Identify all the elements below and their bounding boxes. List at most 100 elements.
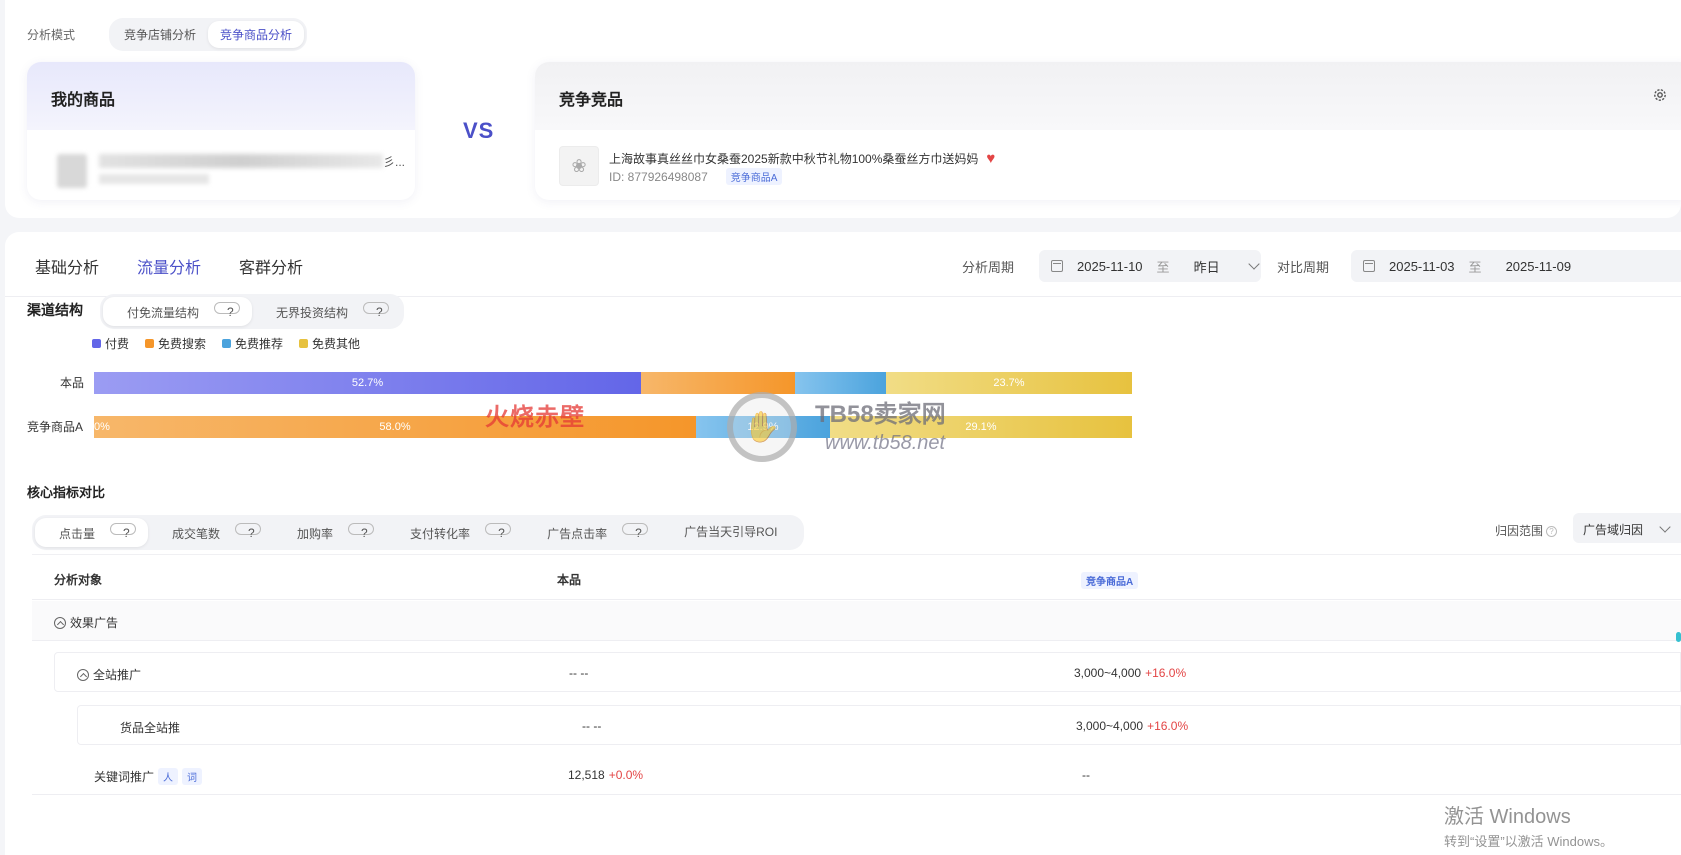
help-icon[interactable]: ? bbox=[110, 523, 137, 539]
row-tag-people: 人 bbox=[158, 768, 179, 785]
competitor-product-name[interactable]: 上海故事真丝丝巾女桑蚕2025新款中秋节礼物100%桑蚕丝方巾送妈妈 ♥ bbox=[609, 150, 995, 167]
help-icon[interactable]: ? bbox=[348, 523, 375, 539]
attribution-select[interactable]: 广告域归因 bbox=[1573, 513, 1681, 543]
bar-data-label: 58.0% bbox=[379, 421, 411, 433]
mode-switch: 竞争店铺分析 竞争商品分析 bbox=[109, 18, 308, 51]
analysis-mode: 分析模式 竞争店铺分析 竞争商品分析 bbox=[27, 18, 308, 51]
row-name: 货品全站推 bbox=[120, 721, 181, 735]
period-end: 昨日 bbox=[1193, 259, 1220, 275]
legend-item[interactable]: 免费其他 bbox=[299, 335, 360, 352]
bar-data-label: 52.7% bbox=[351, 377, 384, 389]
bar-category-label: 竞争商品A bbox=[27, 420, 84, 434]
help-icon[interactable]: ? bbox=[214, 302, 241, 318]
legend-dot bbox=[222, 339, 232, 348]
windows-activation-hint: 转到“设置”以激活 Windows。 bbox=[1444, 834, 1614, 849]
my-product-name-blurred bbox=[99, 154, 383, 168]
bar-segment-1[interactable]: 58.0% bbox=[94, 416, 697, 438]
row-name: 全站推广 bbox=[93, 668, 142, 682]
compare-period-end: 2025-11-09 bbox=[1505, 258, 1572, 274]
competitor-product-image[interactable]: ❀ bbox=[559, 146, 599, 186]
heart-icon[interactable]: ♥ bbox=[986, 150, 995, 167]
period-picker[interactable]: 2025-11-10 至 昨日 bbox=[1039, 250, 1261, 282]
calendar-icon bbox=[1363, 260, 1375, 272]
side-float-handle[interactable] bbox=[1676, 632, 1681, 642]
table-header: 分析对象 本品 竞争商品A bbox=[32, 554, 1681, 600]
watermark-logo: ✋ bbox=[727, 392, 797, 462]
bar-segment-0[interactable]: 52.7% bbox=[94, 372, 642, 394]
compare-period-label: 对比周期 bbox=[1277, 260, 1330, 275]
legend-item[interactable]: 付费 bbox=[92, 335, 129, 352]
channel-paid-free-option[interactable]: 付免流量结构? bbox=[103, 297, 253, 326]
row-tag-keyword: 词 bbox=[182, 768, 203, 785]
vs-label: VS bbox=[463, 118, 495, 143]
legend-item[interactable]: 免费搜索 bbox=[145, 335, 206, 352]
chevron-down-icon bbox=[1247, 258, 1260, 270]
compare-period-sep: 至 bbox=[1468, 259, 1482, 275]
core-title: 核心指标对比 bbox=[27, 485, 106, 500]
channel-title: 渠道结构 bbox=[27, 302, 83, 318]
period-sep: 至 bbox=[1156, 259, 1170, 275]
help-icon[interactable]: ? bbox=[622, 523, 649, 539]
collapse-icon[interactable] bbox=[54, 617, 66, 629]
tab-basic[interactable]: 基础分析 bbox=[35, 254, 99, 298]
metric-ad-ctr[interactable]: 广告点击率? bbox=[523, 518, 660, 547]
bar-segment-2[interactable] bbox=[794, 372, 886, 394]
period-start: 2025-11-10 bbox=[1077, 258, 1143, 274]
row-name: 效果广告 bbox=[70, 616, 119, 630]
mode-product-option[interactable]: 竞争商品分析 bbox=[208, 21, 305, 48]
header-object: 分析对象 bbox=[54, 573, 103, 587]
collapse-icon[interactable] bbox=[77, 669, 89, 681]
help-icon[interactable]: ? bbox=[235, 523, 262, 539]
legend-dot bbox=[92, 339, 101, 348]
compare-panel: 分析模式 竞争店铺分析 竞争商品分析 我的商品 彡... VS 竞争竞品 ❀ 上… bbox=[5, 0, 1681, 218]
row-comp-value: 3,000~4,000 +16.0% bbox=[1076, 719, 1189, 733]
row-comp-value: 3,000~4,000 +16.0% bbox=[1074, 666, 1187, 680]
stacked-bar-competitor: 0% 58.0% 12.9% 29.1% bbox=[94, 416, 1132, 438]
windows-activation-title: 激活 Windows bbox=[1444, 806, 1571, 828]
my-product-card: 我的商品 彡... bbox=[27, 62, 415, 200]
competitor-title: 竞争竞品 bbox=[559, 92, 624, 109]
bar-segment-3[interactable]: 23.7% bbox=[885, 372, 1132, 394]
calendar-icon bbox=[1051, 260, 1063, 272]
mode-shop-option[interactable]: 竞争店铺分析 bbox=[112, 21, 208, 48]
help-icon[interactable]: ? bbox=[485, 523, 512, 539]
analysis-panel: 基础分析 流量分析 客群分析 分析周期 2025-11-10 至 昨日 对比周期… bbox=[5, 232, 1681, 855]
attribution-label: 归因范围? bbox=[1495, 522, 1558, 539]
metric-cart-rate[interactable]: 加购率? bbox=[273, 518, 386, 547]
gear-icon[interactable] bbox=[1652, 87, 1668, 103]
table-row[interactable]: 关键词推广人词 12,518 +0.0% -- bbox=[32, 755, 1681, 795]
header-mine: 本品 bbox=[557, 573, 582, 587]
row-comp-value: -- bbox=[1082, 768, 1090, 782]
compare-period-start: 2025-11-03 bbox=[1389, 258, 1455, 274]
metric-switch: 点击量? 成交笔数? 加购率? 支付转化率? 广告点击率? 广告当天引导ROI bbox=[32, 515, 805, 550]
bar-segment-1[interactable] bbox=[641, 372, 795, 394]
row-mine-value: -- -- bbox=[582, 719, 602, 733]
metric-ad-roi[interactable]: 广告当天引导ROI bbox=[660, 518, 801, 547]
tab-audience[interactable]: 客群分析 bbox=[239, 254, 303, 298]
stacked-bar-mine: 52.7% 23.7% bbox=[94, 372, 1132, 394]
bar-data-label: 29.1% bbox=[965, 421, 997, 433]
help-icon[interactable]: ? bbox=[1546, 526, 1558, 537]
metric-orders[interactable]: 成交笔数? bbox=[148, 518, 273, 547]
table-row[interactable]: 全站推广 -- -- 3,000~4,000 +16.0% bbox=[54, 652, 1681, 692]
my-product-title: 我的商品 bbox=[27, 62, 415, 130]
watermark-url: www.tb58.net bbox=[825, 432, 946, 454]
my-product-name-tail: 彡... bbox=[383, 155, 406, 169]
competitor-tag: 竞争商品A bbox=[725, 168, 783, 185]
bar-category-label: 本品 bbox=[59, 376, 84, 390]
metric-clicks[interactable]: 点击量? bbox=[35, 518, 149, 547]
tab-traffic[interactable]: 流量分析 bbox=[125, 254, 214, 298]
legend-item[interactable]: 免费推荐 bbox=[222, 335, 283, 352]
header-competitor: 竞争商品A bbox=[1081, 572, 1139, 589]
table-row[interactable]: 效果广告 bbox=[32, 601, 1681, 641]
metric-conversion[interactable]: 支付转化率? bbox=[386, 518, 523, 547]
compare-period-picker[interactable]: 2025-11-03 至 2025-11-09 bbox=[1351, 250, 1681, 282]
period-label: 分析周期 bbox=[962, 260, 1015, 275]
help-icon[interactable]: ? bbox=[363, 302, 390, 318]
table-row[interactable]: 货品全站推 -- -- 3,000~4,000 +16.0% bbox=[77, 705, 1681, 745]
analysis-tabs: 基础分析 流量分析 客群分析 bbox=[35, 254, 341, 298]
bar-data-label: 0% bbox=[94, 421, 110, 433]
my-product-image-blurred bbox=[57, 154, 87, 188]
channel-invest-option[interactable]: 无界投资结构? bbox=[252, 297, 401, 326]
metrics-table: 分析对象 本品 竞争商品A 效果广告 全站推广 -- -- 3,000~4,00… bbox=[32, 554, 1681, 795]
